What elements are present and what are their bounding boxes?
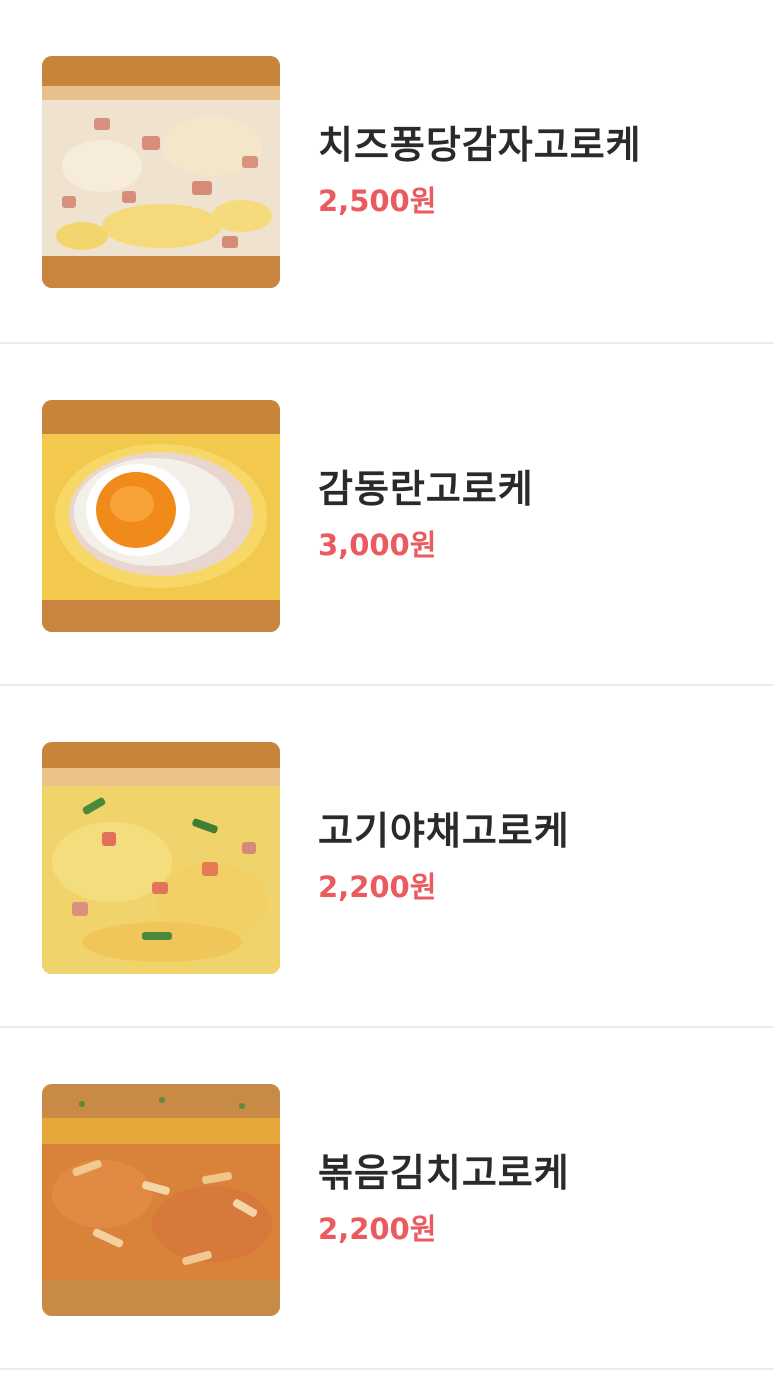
menu-item-info: 치즈퐁당감자고로케 2,500원 bbox=[318, 122, 642, 218]
menu-item-price: 2,200원 bbox=[318, 1212, 437, 1246]
menu-item-kimchi-croquette[interactable]: 볶음김치고로케 2,200원 bbox=[0, 1028, 773, 1370]
menu-item-price: 3,000원 bbox=[318, 528, 437, 562]
croquette-illustration bbox=[42, 742, 280, 974]
menu-item-name: 감동란고로케 bbox=[318, 467, 534, 511]
menu-item-name: 치즈퐁당감자고로케 bbox=[318, 123, 642, 167]
croquette-illustration bbox=[42, 1084, 280, 1316]
menu-list: 치즈퐁당감자고로케 2,500원 감동란고로케 3,000원 고기야채고로케 2… bbox=[0, 0, 773, 1376]
menu-item-info: 고기야채고로케 2,200원 bbox=[318, 808, 570, 904]
croquette-illustration bbox=[42, 56, 280, 288]
menu-item-price: 2,200원 bbox=[318, 870, 437, 904]
kimchi-croquette-image[interactable] bbox=[42, 1084, 280, 1316]
egg-croquette-image[interactable] bbox=[42, 400, 280, 632]
menu-item-name: 고기야채고로케 bbox=[318, 809, 570, 853]
croquette-illustration bbox=[42, 400, 280, 632]
menu-item-egg-croquette[interactable]: 감동란고로케 3,000원 bbox=[0, 344, 773, 686]
menu-item-meat-vegetable-croquette[interactable]: 고기야채고로케 2,200원 bbox=[0, 686, 773, 1028]
menu-item-price: 2,500원 bbox=[318, 184, 437, 218]
menu-item-name: 볶음김치고로케 bbox=[318, 1151, 570, 1195]
menu-item-cheese-potato-croquette[interactable]: 치즈퐁당감자고로케 2,500원 bbox=[0, 0, 773, 344]
menu-item-info: 감동란고로케 3,000원 bbox=[318, 466, 534, 562]
cheese-potato-croquette-image[interactable] bbox=[42, 56, 280, 288]
menu-item-info: 볶음김치고로케 2,200원 bbox=[318, 1150, 570, 1246]
meat-vegetable-croquette-image[interactable] bbox=[42, 742, 280, 974]
